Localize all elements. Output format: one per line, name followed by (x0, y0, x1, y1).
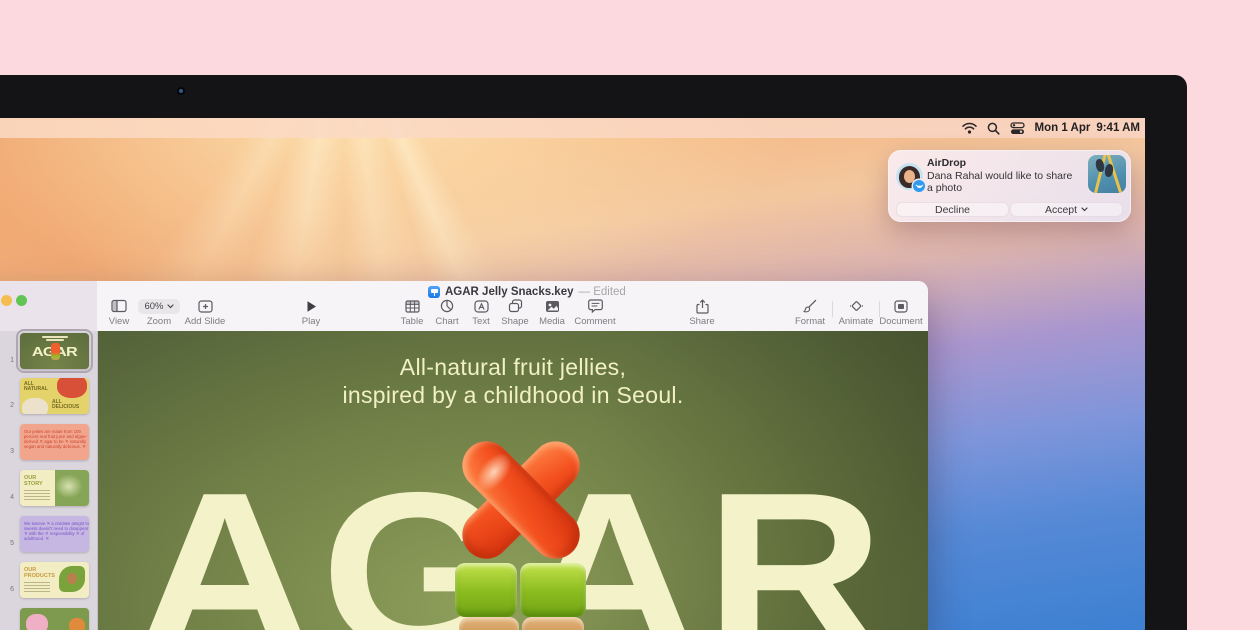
slide-thumbnail-5[interactable]: We believe ✕ a childlike delight for swe… (20, 516, 89, 552)
mac-screen: Mon 1 Apr 9:41 AM AirDrop Dana Rahal wou… (0, 118, 1145, 630)
document-title: AGAR Jelly Snacks.key (445, 286, 574, 298)
slide-thumbnail-7[interactable] (20, 608, 89, 630)
slide-number: 2 (0, 402, 14, 409)
menu-bar: Mon 1 Apr 9:41 AM (0, 118, 1145, 138)
keynote-app-icon (428, 286, 440, 298)
search-icon[interactable] (987, 122, 1000, 135)
jelly-graphic (51, 343, 60, 360)
clock-time: 9:41 AM (1096, 122, 1140, 134)
add-slide-icon (171, 298, 239, 314)
orange-x-jelly (453, 432, 588, 567)
green-jelly (455, 563, 517, 617)
amber-jelly (459, 617, 519, 630)
control-center-icon[interactable] (1010, 122, 1025, 135)
wifi-icon[interactable] (962, 122, 977, 134)
products-graphic (55, 562, 89, 598)
menu-bar-clock[interactable]: Mon 1 Apr 9:41 AM (1035, 122, 1140, 134)
facetime-camera (177, 87, 185, 95)
play-icon (277, 298, 345, 314)
share-button[interactable]: Share (668, 298, 736, 327)
comment-icon (561, 298, 629, 314)
slide-thumbnail-6[interactable]: OUR PRODUCTS (20, 562, 89, 598)
slide-thumbnail-4[interactable]: OUR STORY (20, 470, 89, 506)
share-icon (668, 298, 736, 314)
slide-number: 1 (0, 357, 14, 364)
airdrop-notification[interactable]: AirDrop Dana Rahal would like to share a… (888, 150, 1131, 222)
document-icon (867, 298, 928, 314)
slide-thumbnail-3[interactable]: Our jellies are made from 100 percent re… (20, 424, 89, 460)
jelly-stack-graphic[interactable] (453, 430, 588, 630)
edited-status: — Edited (579, 286, 626, 298)
airdrop-badge-icon (913, 180, 925, 192)
green-jelly (520, 563, 586, 617)
notification-title: AirDrop (927, 157, 966, 169)
slide-headline[interactable]: All-natural fruit jellies, inspired by a… (98, 353, 928, 409)
window-header: AGAR Jelly Snacks.key — Edited View 60% … (0, 281, 928, 331)
slide-number: 5 (0, 540, 14, 547)
slide-number: 4 (0, 494, 14, 501)
story-photo (55, 470, 89, 506)
notification-message-line2: a photo (927, 182, 962, 194)
fullscreen-button[interactable] (16, 295, 27, 306)
shared-photo-thumbnail (1088, 155, 1126, 193)
add-slide-button[interactable]: Add Slide (171, 298, 239, 327)
minimize-button[interactable] (1, 295, 12, 306)
amber-jelly (522, 617, 584, 630)
slide-number: 6 (0, 586, 14, 593)
window-body: 1 2 3 4 5 6 AGAR (0, 331, 928, 630)
clock-date: Mon 1 Apr (1035, 122, 1091, 134)
document-button[interactable]: Document (867, 298, 928, 327)
comment-button[interactable]: Comment (561, 298, 629, 327)
play-button[interactable]: Play (277, 298, 345, 327)
slide-number: 3 (0, 448, 14, 455)
slide-thumbnail-1[interactable]: AGAR (20, 333, 89, 369)
accept-button[interactable]: Accept (1010, 202, 1123, 217)
slide-thumbnail-2[interactable]: ALL NATURAL ALL DELICIOUS (20, 378, 89, 414)
notification-message-line1: Dana Rahal would like to share (927, 170, 1072, 182)
keynote-window: AGAR Jelly Snacks.key — Edited View 60% … (0, 281, 928, 630)
marketing-frame: Mon 1 Apr 9:41 AM AirDrop Dana Rahal wou… (0, 0, 1260, 630)
chevron-down-icon (1081, 207, 1088, 212)
menu-bar-status-items: Mon 1 Apr 9:41 AM (962, 118, 1140, 138)
slide-canvas[interactable]: All-natural fruit jellies, inspired by a… (98, 331, 928, 630)
slide-navigator: 1 2 3 4 5 6 AGAR (0, 331, 98, 630)
window-title: AGAR Jelly Snacks.key — Edited (428, 286, 626, 298)
decline-button[interactable]: Decline (896, 202, 1009, 217)
